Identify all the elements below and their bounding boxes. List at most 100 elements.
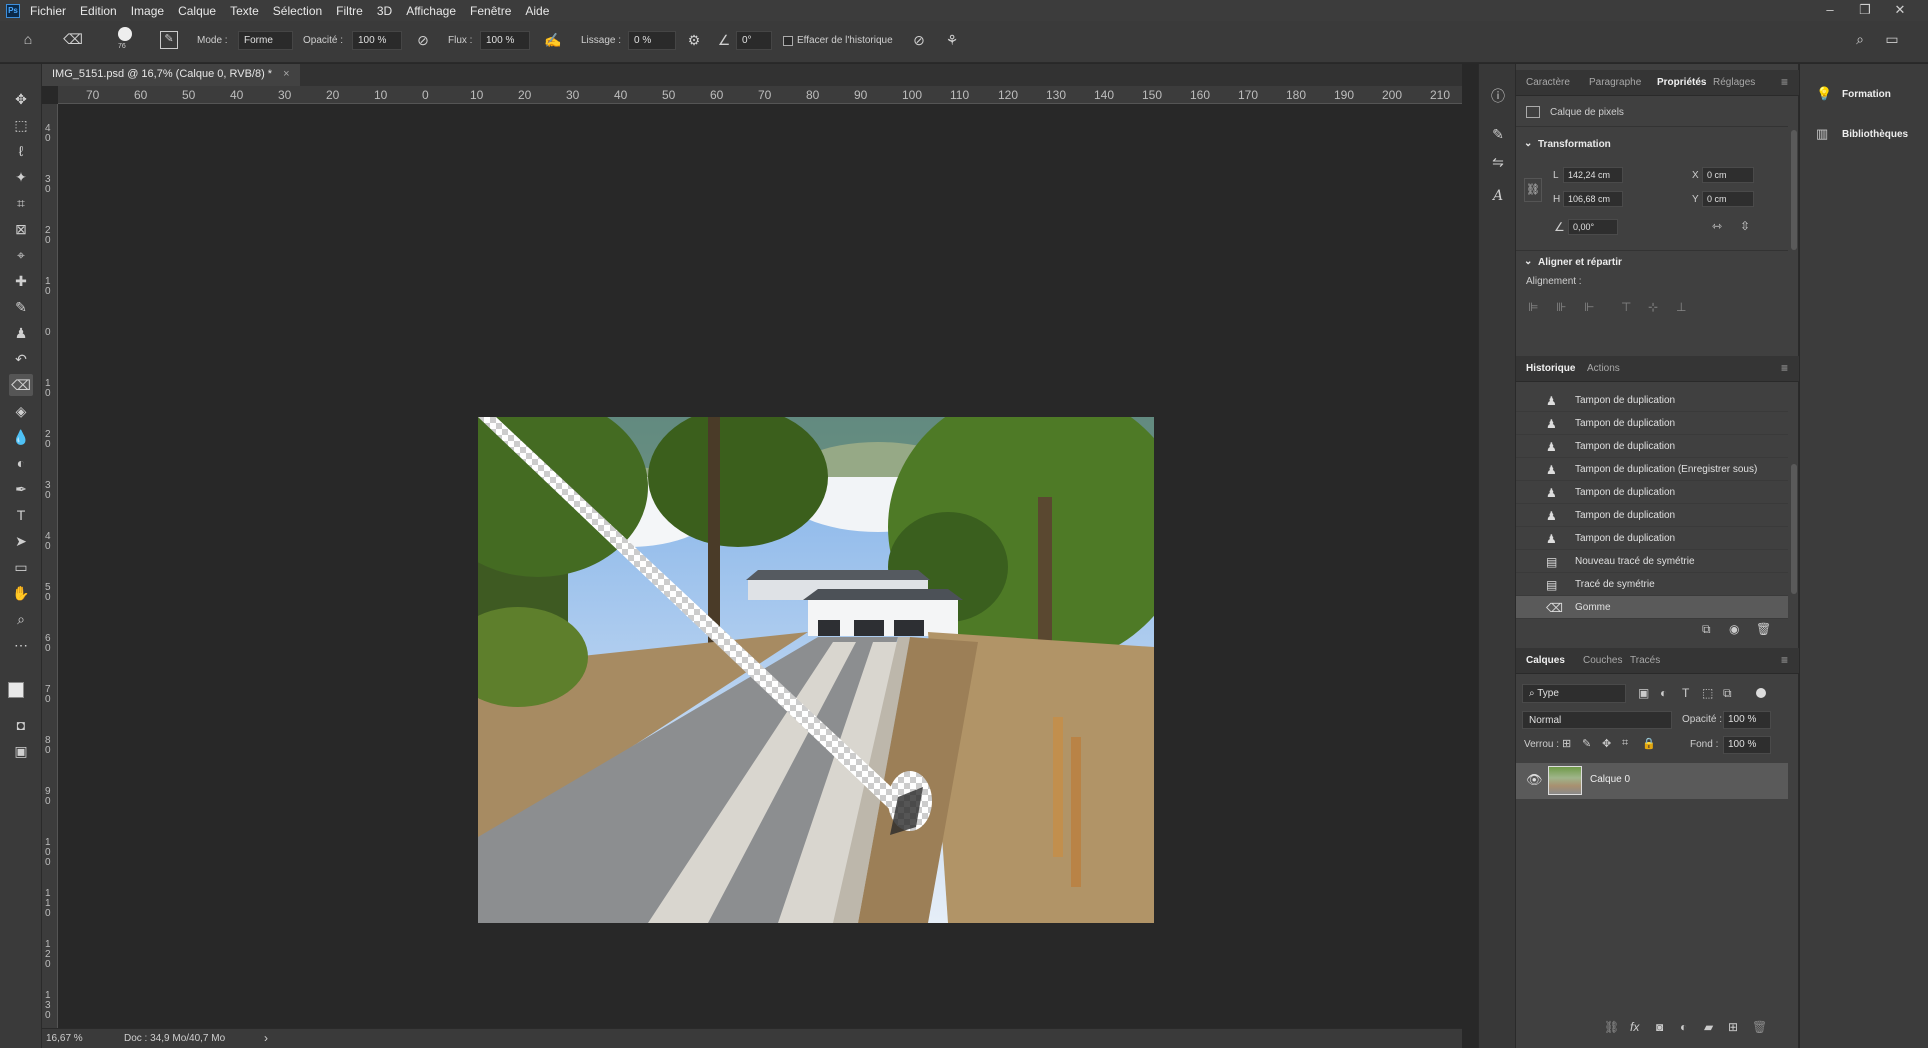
menu-edition[interactable]: Edition	[80, 4, 117, 18]
symmetry-icon[interactable]: ⚘	[943, 32, 961, 49]
angle-input[interactable]: 0°	[736, 31, 772, 50]
layer-name[interactable]: Calque 0	[1590, 774, 1630, 785]
filter-type-icon[interactable]: T	[1682, 686, 1689, 700]
link-layers-icon[interactable]: ⛓	[1604, 1020, 1619, 1034]
move-tool-icon[interactable]: ✥	[9, 88, 33, 110]
tab-reglages[interactable]: Réglages	[1713, 77, 1755, 88]
gear-icon[interactable]: ⚙	[686, 32, 702, 49]
y-field[interactable]: 0 cm	[1702, 191, 1754, 207]
history-item[interactable]: ♟ Tampon de duplication	[1516, 412, 1788, 435]
filter-shape-icon[interactable]: ⬚	[1702, 686, 1713, 700]
history-item[interactable]: ♟ Tampon de duplication	[1516, 435, 1788, 458]
link-icon[interactable]: ⛓	[1524, 178, 1542, 202]
rotation-field[interactable]: 0,00°	[1568, 219, 1618, 235]
brush-tool-icon[interactable]: ✎	[9, 296, 33, 318]
lock-transparency-icon[interactable]: ⊞	[1562, 737, 1571, 750]
flip-vertical-icon[interactable]: ⇳	[1740, 219, 1750, 233]
history-item[interactable]: ♟ Tampon de duplication	[1516, 481, 1788, 504]
marquee-tool-icon[interactable]: ⬚	[9, 114, 33, 136]
properties-scrollbar[interactable]	[1791, 130, 1797, 250]
eyedropper-tool-icon[interactable]: ⌖	[9, 244, 33, 266]
opacity-input[interactable]: 100 %	[352, 31, 402, 50]
menu-3d[interactable]: 3D	[377, 4, 392, 18]
group-folder-icon[interactable]: ▰	[1704, 1020, 1713, 1034]
adjustment-layer-icon[interactable]: ◐	[1680, 1020, 1687, 1034]
new-layer-icon[interactable]: ⊞	[1728, 1020, 1738, 1034]
layer-row[interactable]: 👁 Calque 0	[1516, 763, 1788, 799]
align-top-icon[interactable]: ⊤	[1621, 300, 1631, 314]
layer-filter-select[interactable]: ⌕ Type	[1522, 684, 1626, 703]
align-chevron-icon[interactable]: ⌄	[1524, 256, 1532, 267]
panel-menu-icon[interactable]: ≡	[1781, 75, 1788, 89]
eraser-tool-icon[interactable]: ⌫	[9, 374, 33, 396]
learn-item[interactable]: 💡 Formation	[1800, 80, 1928, 108]
align-bottom-icon[interactable]: ⊥	[1676, 300, 1686, 314]
pen-tool-icon[interactable]: ✒	[9, 478, 33, 500]
filter-adjustment-icon[interactable]: ◐	[1660, 686, 1667, 700]
crop-tool-icon[interactable]: ⌗	[9, 192, 33, 214]
eraser-tool-preset-icon[interactable]: ⌫	[62, 31, 84, 48]
add-mask-icon[interactable]: ◙	[1656, 1020, 1663, 1034]
fill-input[interactable]: 100 %	[1723, 736, 1771, 754]
frame-tool-icon[interactable]: ⊠	[9, 218, 33, 240]
filter-smart-object-icon[interactable]: ⧉	[1723, 686, 1732, 701]
airbrush-icon[interactable]: ✍	[544, 32, 562, 49]
filter-toggle-icon[interactable]	[1756, 688, 1766, 698]
history-item[interactable]: ▤ Tracé de symétrie	[1516, 573, 1788, 596]
restore-icon[interactable]: ❐	[1850, 2, 1880, 18]
document-tab[interactable]: IMG_5151.psd @ 16,7% (Calque 0, RVB/8) *…	[42, 64, 300, 86]
type-tool-icon[interactable]: T	[9, 504, 33, 526]
history-brush-tool-icon[interactable]: ↶	[9, 348, 33, 370]
home-icon[interactable]: ⌂	[18, 31, 38, 47]
foreground-color-swatch[interactable]	[8, 682, 24, 698]
layer-opacity-input[interactable]: 100 %	[1723, 711, 1771, 729]
erase-history-checkbox[interactable]	[783, 36, 793, 46]
trash-icon[interactable]: 🗑	[1756, 622, 1771, 636]
tab-couches[interactable]: Couches	[1583, 655, 1622, 666]
menu-image[interactable]: Image	[131, 4, 164, 18]
canvas-area[interactable]	[58, 104, 1462, 1030]
history-item[interactable]: ♟ Tampon de duplication	[1516, 527, 1788, 550]
document-image[interactable]	[478, 417, 1154, 923]
path-selection-tool-icon[interactable]: ➤	[9, 530, 33, 552]
clone-stamp-tool-icon[interactable]: ♟	[9, 322, 33, 344]
brush-settings-icon[interactable]: ✎	[160, 31, 178, 49]
healing-brush-tool-icon[interactable]: ✚	[9, 270, 33, 292]
history-item[interactable]: ♟ Tampon de duplication	[1516, 504, 1788, 527]
menu-selection[interactable]: Sélection	[273, 4, 322, 18]
blur-tool-icon[interactable]: 💧	[9, 426, 33, 448]
zoom-level[interactable]: 16,67 %	[46, 1033, 83, 1044]
hand-tool-icon[interactable]: ✋	[9, 582, 33, 604]
tab-close-icon[interactable]: ×	[283, 68, 289, 80]
magic-wand-tool-icon[interactable]: ✦	[9, 166, 33, 188]
lock-artboard-icon[interactable]: ⌗	[1622, 737, 1628, 750]
x-field[interactable]: 0 cm	[1702, 167, 1754, 183]
menu-filtre[interactable]: Filtre	[336, 4, 363, 18]
history-scrollbar[interactable]	[1791, 464, 1797, 594]
layers-menu-icon[interactable]: ≡	[1781, 653, 1788, 667]
menu-fichier[interactable]: Fichier	[30, 4, 66, 18]
align-center-h-icon[interactable]: ⊪	[1556, 300, 1566, 314]
menu-texte[interactable]: Texte	[230, 4, 259, 18]
history-item[interactable]: ♟ Tampon de duplication (Enregistrer sous…	[1516, 458, 1788, 481]
history-menu-icon[interactable]: ≡	[1781, 361, 1788, 375]
info-icon[interactable]: ⓘ	[1488, 86, 1508, 106]
glyphs-panel-icon[interactable]: A	[1488, 188, 1508, 204]
transform-chevron-icon[interactable]: ⌄	[1524, 138, 1532, 149]
tab-actions[interactable]: Actions	[1587, 363, 1620, 374]
align-right-icon[interactable]: ⊩	[1584, 300, 1594, 314]
lasso-tool-icon[interactable]: ℓ	[9, 140, 33, 162]
lock-all-icon[interactable]: 🔒	[1642, 737, 1656, 750]
more-tools-icon[interactable]: ⋯	[9, 634, 33, 656]
lock-position-icon[interactable]: ✥	[1602, 737, 1611, 750]
menu-calque[interactable]: Calque	[178, 4, 216, 18]
search-icon[interactable]: ⌕	[1850, 31, 1870, 48]
align-center-v-icon[interactable]: ⊹	[1648, 300, 1658, 314]
blend-mode-select[interactable]: Normal	[1522, 711, 1672, 729]
dodge-tool-icon[interactable]: ◐	[9, 452, 33, 474]
flow-input[interactable]: 100 %	[480, 31, 530, 50]
screen-mode-icon[interactable]: ▣	[9, 740, 33, 762]
libraries-item[interactable]: ▥ Bibliothèques	[1800, 120, 1928, 148]
tab-traces[interactable]: Tracés	[1630, 655, 1660, 666]
menu-fenetre[interactable]: Fenêtre	[470, 4, 511, 18]
